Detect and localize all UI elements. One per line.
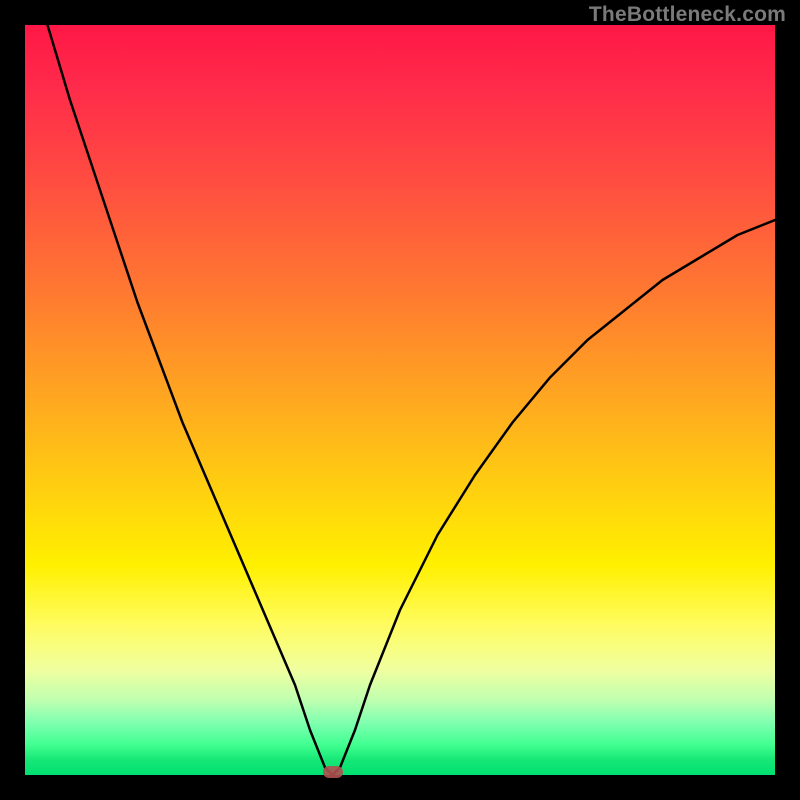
chart-frame: TheBottleneck.com bbox=[0, 0, 800, 800]
min-marker bbox=[323, 766, 343, 778]
plot-area bbox=[25, 25, 775, 775]
watermark-text: TheBottleneck.com bbox=[589, 3, 786, 27]
bottleneck-curve bbox=[25, 25, 775, 775]
